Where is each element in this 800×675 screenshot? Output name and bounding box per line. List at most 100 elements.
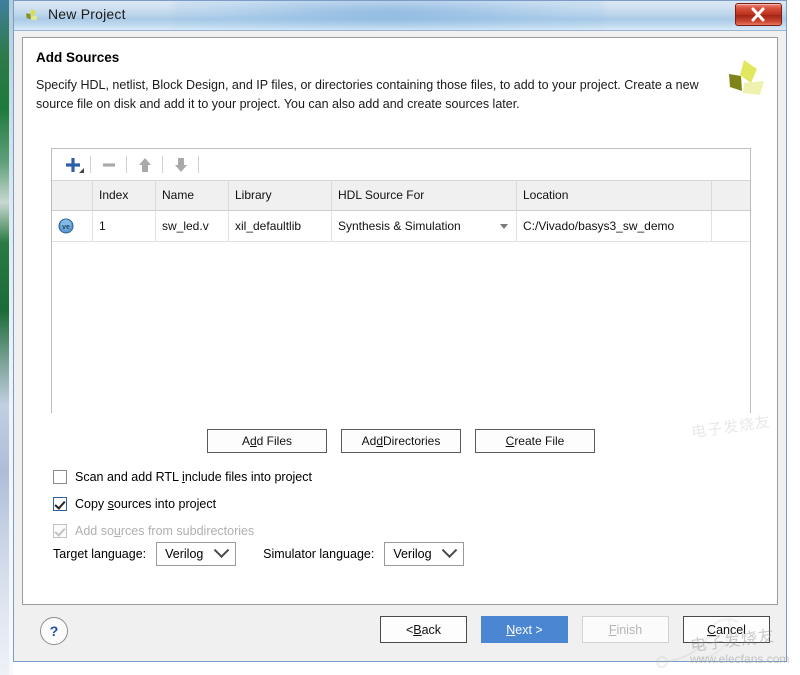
add-directories-label-pre: Ad — [362, 434, 377, 448]
chevron-down-icon — [442, 542, 458, 558]
desktop-background: New Project Add Sources Specify HDL, net… — [0, 0, 800, 675]
simulator-language-select[interactable]: Verilog — [384, 542, 464, 566]
page-title: Add Sources — [36, 50, 119, 65]
add-files-mnemonic: d — [250, 434, 257, 448]
scan-rtl-include-checkbox[interactable] — [53, 470, 67, 484]
finish-label-post: inish — [616, 623, 642, 637]
dialog-title: New Project — [48, 6, 126, 22]
row-location: C:/Vivado/basys3_sw_demo — [517, 211, 712, 242]
copy-sources-label: Copy sources into project — [75, 497, 216, 511]
move-up-button[interactable] — [130, 152, 159, 177]
dialog-content-panel: Add Sources Specify HDL, netlist, Block … — [22, 37, 778, 605]
add-sources-subdirs-label: Add sources from subdirectories — [75, 524, 254, 538]
toolbar-separator — [198, 156, 199, 173]
target-language-select[interactable]: Verilog — [156, 542, 236, 566]
simulator-language-label: Simulator language: — [263, 547, 374, 561]
close-button[interactable] — [735, 3, 782, 26]
column-header-library[interactable]: Library — [229, 181, 332, 211]
add-directories-mnemonic: d — [376, 434, 383, 448]
copy-sources-checkbox[interactable] — [53, 497, 67, 511]
arrow-up-icon — [137, 156, 153, 174]
arrow-down-icon — [173, 156, 189, 174]
column-header-location[interactable]: Location — [517, 181, 712, 211]
add-sources-subdirs-label-pre: Add so — [75, 524, 114, 538]
simulator-language-value: Verilog — [393, 547, 431, 561]
chevron-down-icon — [214, 542, 230, 558]
back-label-pre: < — [406, 623, 413, 637]
next-label-post: ext > — [515, 623, 542, 637]
listbox-toolbar — [52, 149, 750, 181]
column-header-hdl-source-for[interactable]: HDL Source For — [332, 181, 517, 211]
source-files-table: Index Name Library HDL Source For Locati… — [52, 181, 750, 242]
chevron-down-icon — [500, 224, 508, 229]
scan-rtl-include-label-post: nclude files into project — [185, 470, 312, 484]
add-directories-button[interactable]: Add Directories — [341, 429, 461, 453]
row-filler — [712, 211, 751, 242]
copy-sources-label-pre: Copy — [75, 497, 108, 511]
cancel-button[interactable]: Cancel — [683, 616, 770, 643]
page-description: Specify HDL, netlist, Block Design, and … — [36, 76, 726, 114]
column-header-filler — [712, 181, 751, 211]
new-project-dialog: New Project Add Sources Specify HDL, net… — [13, 0, 787, 662]
language-options-row: Target language: Verilog Simulator langu… — [53, 542, 464, 566]
create-file-label-post: reate File — [514, 434, 564, 448]
create-file-button[interactable]: Create File — [475, 429, 595, 453]
listbox-empty-area[interactable] — [52, 242, 750, 422]
close-icon — [750, 7, 766, 22]
scan-rtl-include-label: Scan and add RTL include files into proj… — [75, 470, 312, 484]
option-add-sources-subdirs-row: Add sources from subdirectories — [53, 524, 254, 538]
add-sources-subdirs-checkbox — [53, 524, 67, 538]
row-index: 1 — [93, 211, 156, 242]
toolbar-separator — [90, 156, 91, 173]
next-mnemonic: N — [506, 623, 515, 637]
copy-sources-label-post: ources into project — [114, 497, 216, 511]
finish-button: Finish — [582, 616, 669, 643]
create-file-mnemonic: C — [506, 434, 515, 448]
xilinx-brand-logo-icon — [724, 56, 768, 104]
back-mnemonic: B — [413, 623, 421, 637]
source-files-listbox: Index Name Library HDL Source For Locati… — [51, 148, 751, 413]
target-language-value: Verilog — [165, 547, 203, 561]
row-hdl-source-for[interactable]: Synthesis & Simulation — [332, 211, 517, 242]
add-files-label-pre: A — [242, 434, 250, 448]
move-down-button[interactable] — [166, 152, 195, 177]
row-hdl-source-for-value: Synthesis & Simulation — [338, 219, 461, 233]
scan-rtl-include-label-pre: Scan and add RTL — [75, 470, 182, 484]
add-source-dropdown-indicator — [79, 168, 84, 173]
cancel-label-post: ancel — [716, 623, 746, 637]
toolbar-separator — [162, 156, 163, 173]
finish-mnemonic: F — [609, 623, 617, 637]
add-files-label-post: d Files — [257, 434, 292, 448]
table-row[interactable]: ve 1 sw_led.v xil_defaultlib Synthesis &… — [52, 211, 750, 242]
source-action-buttons: Add Files Add Directories Create File — [23, 429, 779, 453]
add-directories-label-post: Directories — [383, 434, 440, 448]
column-header-index[interactable]: Index — [93, 181, 156, 211]
dialog-footer: ? < Back Next > Finish Cancel — [22, 607, 778, 655]
xilinx-logo-icon — [24, 7, 41, 24]
option-copy-sources-row: Copy sources into project — [53, 497, 216, 511]
toolbar-separator — [126, 156, 127, 173]
target-language-label: Target language: — [53, 547, 146, 561]
next-button[interactable]: Next > — [481, 616, 568, 643]
row-file-type-cell: ve — [52, 211, 93, 242]
back-label-post: ack — [422, 623, 441, 637]
wizard-navigation-buttons: < Back Next > Finish Cancel — [380, 616, 770, 643]
verilog-file-icon: ve — [58, 218, 74, 234]
option-scan-rtl-include-row: Scan and add RTL include files into proj… — [53, 470, 312, 484]
back-button[interactable]: < Back — [380, 616, 467, 643]
row-name: sw_led.v — [156, 211, 229, 242]
help-button[interactable]: ? — [40, 617, 68, 645]
minus-icon — [100, 156, 118, 174]
add-files-button[interactable]: Add Files — [207, 429, 327, 453]
add-sources-subdirs-mnemonic: u — [114, 524, 121, 538]
column-header-name[interactable]: Name — [156, 181, 229, 211]
add-sources-subdirs-label-post: rces from subdirectories — [121, 524, 254, 538]
column-header-icon[interactable] — [52, 181, 93, 211]
add-source-button[interactable] — [58, 152, 87, 177]
svg-text:ve: ve — [62, 224, 70, 231]
row-library[interactable]: xil_defaultlib — [229, 211, 332, 242]
remove-source-button[interactable] — [94, 152, 123, 177]
dialog-titlebar: New Project — [14, 1, 786, 31]
background-window-strip — [0, 0, 9, 675]
table-header-row: Index Name Library HDL Source For Locati… — [52, 181, 750, 211]
